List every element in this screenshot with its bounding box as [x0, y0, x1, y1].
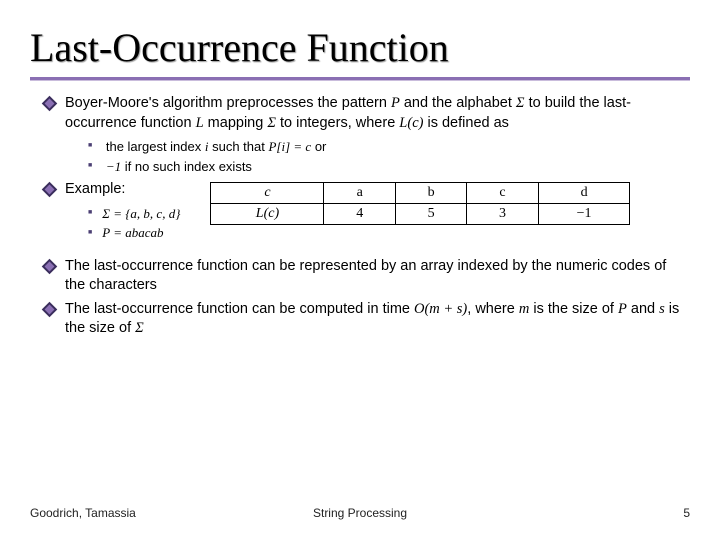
sub-list-1: the largest index i such that P[i] = c o… — [88, 137, 682, 176]
table-cell: −1 — [538, 204, 630, 225]
sub-item-2b: P = abacab — [88, 223, 180, 243]
diamond-icon — [44, 261, 55, 272]
diamond-icon — [44, 184, 55, 195]
bullet-1: Boyer-Moore's algorithm preprocesses the… — [44, 94, 682, 133]
bullet-3-text: The last-occurrence function can be repr… — [65, 257, 682, 296]
footer: Goodrich, Tamassia String Processing 5 — [30, 506, 690, 520]
footer-authors: Goodrich, Tamassia — [30, 506, 136, 520]
table-header-a: a — [324, 183, 395, 204]
last-occurrence-table: c a b c d L(c) 4 5 3 −1 — [210, 182, 630, 225]
table-row-label: L(c) — [211, 204, 324, 225]
sub-list-2: Σ = {a, b, c, d} P = abacab — [88, 204, 180, 243]
bullet-4-text: The last-occurrence function can be comp… — [65, 300, 682, 339]
bullet-4: The last-occurrence function can be comp… — [44, 300, 682, 339]
table-row: c a b c d — [211, 183, 630, 204]
table-header-c2: c — [467, 183, 538, 204]
bullet-2: Example: — [44, 180, 180, 200]
table-cell: 3 — [467, 204, 538, 225]
footer-page-number: 5 — [683, 506, 690, 520]
title-rule — [30, 77, 690, 80]
bullet-2-text: Example: — [65, 180, 125, 200]
sub-item-2a: Σ = {a, b, c, d} — [88, 204, 180, 224]
table-header-b: b — [395, 183, 466, 204]
slide-content: Boyer-Moore's algorithm preprocesses the… — [30, 94, 690, 339]
table-header-c: c — [211, 183, 324, 204]
bullet-1-text: Boyer-Moore's algorithm preprocesses the… — [65, 94, 682, 133]
bullet-3: The last-occurrence function can be repr… — [44, 257, 682, 296]
diamond-icon — [44, 98, 55, 109]
example-block: Example: Σ = {a, b, c, d} P = abacab c a… — [44, 180, 682, 247]
table-cell: 5 — [395, 204, 466, 225]
footer-title: String Processing — [313, 506, 407, 520]
table-row: L(c) 4 5 3 −1 — [211, 204, 630, 225]
sub-item-1a: the largest index i such that P[i] = c o… — [88, 137, 682, 157]
table-cell: 4 — [324, 204, 395, 225]
sub-item-1b: −1 if no such index exists — [88, 157, 682, 177]
table-header-d: d — [538, 183, 630, 204]
slide-title: Last-Occurrence Function — [30, 24, 690, 71]
example-left: Example: Σ = {a, b, c, d} P = abacab — [44, 180, 180, 247]
diamond-icon — [44, 304, 55, 315]
